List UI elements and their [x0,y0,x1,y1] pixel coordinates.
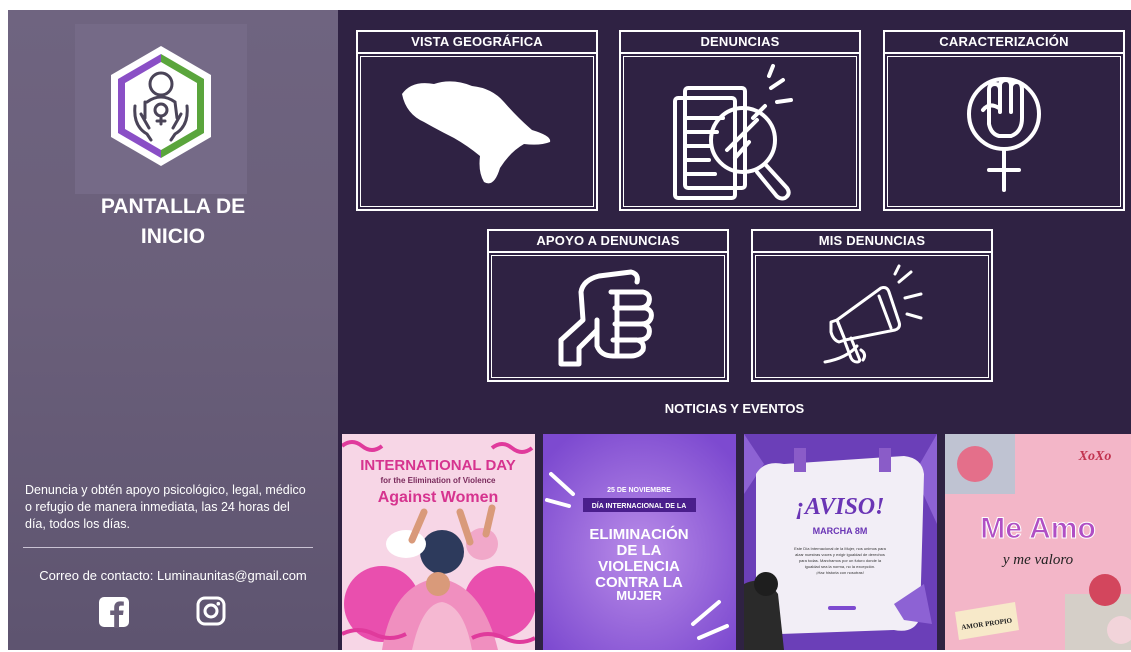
feminist-fist-icon [967,76,1041,192]
news3-body2: alzar nuestras voces y exigir igualdad d… [795,552,885,557]
news1-line1: INTERNATIONAL DAY [360,457,516,474]
news3-title: ¡AVISO! [796,494,885,520]
news-card-international-day[interactable]: INTERNATIONAL DAY for the Elimination of… [342,434,535,650]
news2-banner: DÍA INTERNACIONAL DE LA [592,501,687,510]
news-card-me-amo[interactable]: XoXo Me Amo y me valoro AMOR PROPIO [945,434,1131,650]
news3-body5: ¡Haz historia con nosotras! [816,570,864,575]
card-title: DENUNCIAS [621,32,859,54]
main-panel: VISTA GEOGRÁFICA DENUNCIAS CARACTERIZACI… [338,10,1131,650]
news3-body4: igualdad sea la norma, no la excepción. [805,564,876,569]
news2-l3: VIOLENCIA [598,558,680,575]
page-title: PANTALLA DE INICIO [100,195,246,248]
card-title: VISTA GEOGRÁFICA [358,32,596,54]
megaphone-icon [823,264,923,363]
news2-date: 25 DE NOVIEMBRE [607,487,671,494]
card-title: MIS DENUNCIAS [753,231,991,253]
card-vista-geografica[interactable]: VISTA GEOGRÁFICA [356,30,598,211]
news2-l1: ELIMINACIÓN [589,525,688,543]
card-mis-denuncias[interactable]: MIS DENUNCIAS [751,229,993,382]
card-denuncias[interactable]: DENUNCIAS [619,30,861,211]
card-title: CARACTERIZACIÓN [885,32,1123,54]
instagram-icon[interactable] [196,596,226,631]
news2-l5: MUJER [616,588,662,603]
news1-line2: for the Elimination of Violence [381,476,497,485]
map-silhouette-icon [402,80,551,183]
news1-line3: Against Women [378,489,499,506]
handshake-icon [558,269,654,366]
card-caracterizacion[interactable]: CARACTERIZACIÓN [883,30,1125,211]
contact-email: Correo de contacto: Luminaunitas@gmail.c… [39,568,307,583]
card-body [887,56,1121,207]
card-body [623,56,857,207]
news4-xoxo: XoXo [1078,449,1112,464]
news3-body3: para todas. Marchamos por un futuro dond… [799,558,882,563]
logo-icon [111,46,211,166]
news-heading: NOTICIAS Y EVENTOS [664,401,805,416]
card-body [491,255,725,378]
app-logo [75,24,247,194]
card-title: APOYO A DENUNCIAS [489,231,727,253]
news3-subtitle: MARCHA 8M [813,526,868,536]
divider [23,547,313,548]
news-card-aviso-marcha[interactable]: ¡AVISO! MARCHA 8M Este Día Internacional… [744,434,937,650]
card-apoyo-denuncias[interactable]: APOYO A DENUNCIAS [487,229,729,382]
tagline: Denuncia y obtén apoyo psicológico, lega… [25,483,306,531]
news3-body1: Este Día Internacional de la Mujer, nos … [794,546,887,551]
news4-big: Me Amo [980,512,1096,545]
card-body [360,56,594,207]
news4-script: y me valoro [1001,552,1074,568]
news2-l2: DE LA [617,542,662,559]
sidebar: PANTALLA DE INICIO Denuncia y obtén apoy… [8,10,338,650]
facebook-icon[interactable] [98,596,130,633]
news-card-dia-internacional[interactable]: 25 DE NOVIEMBRE DÍA INTERNACIONAL DE LA … [543,434,736,650]
document-magnifier-icon [673,63,793,200]
card-body [755,255,989,378]
